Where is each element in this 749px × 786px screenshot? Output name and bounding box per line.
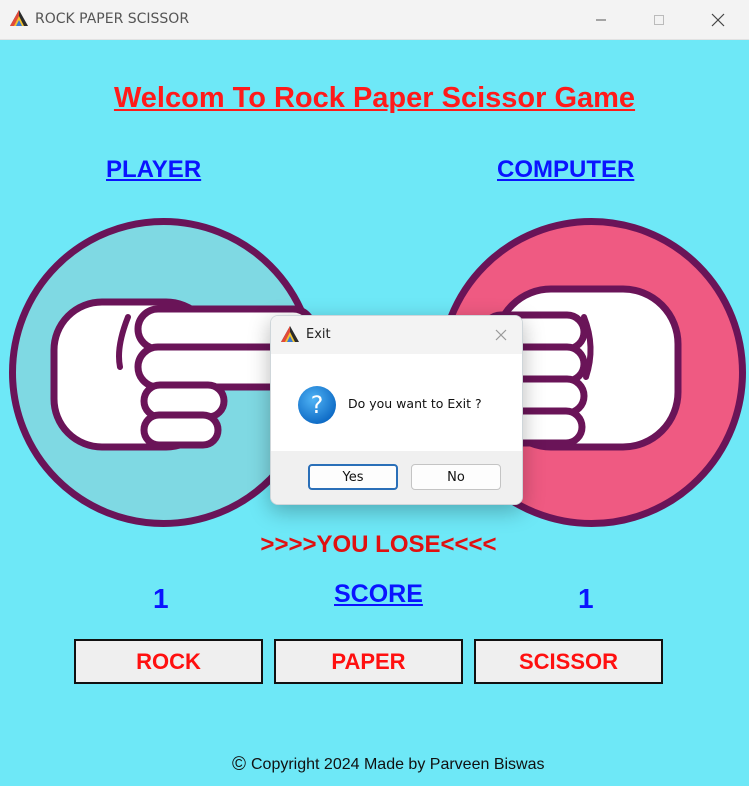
close-button[interactable] bbox=[695, 0, 741, 39]
paper-button[interactable]: PAPER bbox=[274, 639, 463, 684]
svg-text:?: ? bbox=[311, 391, 324, 419]
maximize-button[interactable] bbox=[636, 0, 682, 39]
close-icon bbox=[711, 13, 725, 26]
dialog-title-bar: Exit bbox=[271, 316, 522, 354]
footer: © Copyright 2024 Made by Parveen Biswas bbox=[232, 754, 545, 775]
no-button[interactable]: No bbox=[411, 464, 501, 490]
player-score: 1 bbox=[153, 583, 169, 614]
dialog-message: Do you want to Exit ? bbox=[348, 396, 482, 411]
maximize-icon bbox=[654, 14, 664, 25]
exit-dialog: Exit ? Do you want to Exit ? Yes No bbox=[270, 315, 523, 505]
rock-button[interactable]: ROCK bbox=[74, 639, 263, 684]
player-label: PLAYER bbox=[106, 156, 202, 183]
question-icon: ? bbox=[298, 386, 336, 424]
yes-button[interactable]: Yes bbox=[308, 464, 398, 490]
app-pyramid-icon bbox=[281, 326, 299, 342]
window-title: ROCK PAPER SCISSOR bbox=[35, 11, 190, 27]
dialog-title: Exit bbox=[306, 327, 331, 342]
title-bar: ROCK PAPER SCISSOR bbox=[0, 0, 749, 40]
result-text: >>>>YOU LOSE<<<< bbox=[260, 531, 497, 558]
dialog-close-button[interactable] bbox=[491, 325, 511, 345]
app-pyramid-icon bbox=[10, 10, 28, 26]
scissor-button[interactable]: SCISSOR bbox=[474, 639, 663, 684]
copyright-text: Copyright 2024 Made by Parveen Biswas bbox=[251, 756, 545, 773]
copyright-icon: © bbox=[232, 754, 246, 775]
game-heading: Welcom To Rock Paper Scissor Game bbox=[113, 82, 636, 114]
minimize-icon bbox=[596, 19, 606, 20]
minimize-button[interactable] bbox=[578, 0, 624, 39]
score-label: SCORE bbox=[334, 580, 423, 608]
computer-score: 1 bbox=[578, 583, 594, 614]
close-icon bbox=[495, 329, 507, 341]
app-window: ROCK PAPER SCISSOR Welcom To Rock Paper … bbox=[0, 0, 749, 786]
computer-label: COMPUTER bbox=[497, 156, 635, 183]
